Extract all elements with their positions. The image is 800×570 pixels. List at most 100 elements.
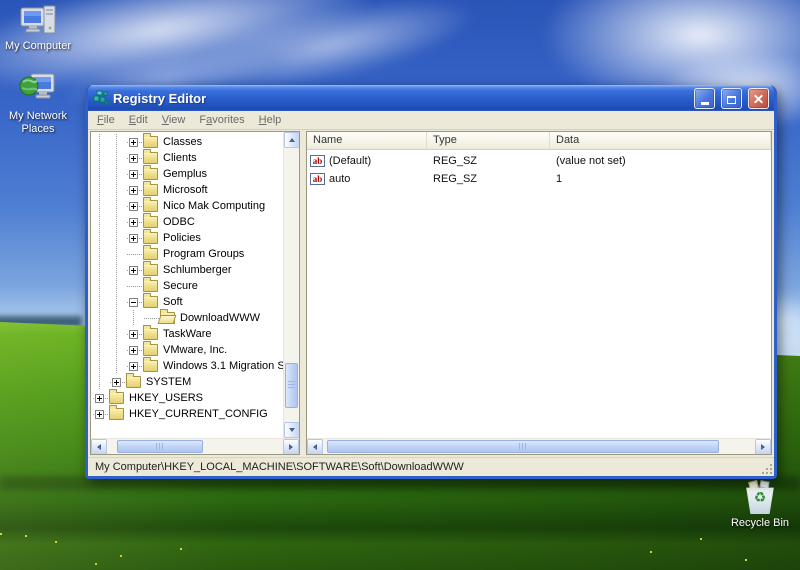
scroll-right-button[interactable] bbox=[755, 439, 771, 454]
tree-item-label: Soft bbox=[163, 296, 183, 308]
tree-item-program-groups[interactable]: Program Groups bbox=[91, 245, 283, 262]
tree-item-gemplus[interactable]: Gemplus bbox=[91, 165, 283, 182]
plus-box-icon[interactable] bbox=[129, 185, 138, 195]
registry-editor-window: Registry Editor File Edit View Favorites Hel… bbox=[85, 85, 777, 479]
tree-item-nico-mak-computing[interactable]: Nico Mak Computing bbox=[91, 197, 283, 214]
expander-plus-icon[interactable] bbox=[125, 342, 142, 358]
plus-box-icon[interactable] bbox=[129, 345, 138, 355]
folder-icon bbox=[143, 325, 158, 340]
tree-item-system[interactable]: SYSTEM bbox=[91, 373, 283, 390]
expander-plus-icon[interactable] bbox=[125, 326, 142, 342]
scrollbar-thumb[interactable] bbox=[117, 440, 203, 453]
menu-file[interactable]: File bbox=[90, 112, 122, 128]
plus-box-icon[interactable] bbox=[95, 393, 104, 403]
tree-item-downloadwww[interactable]: DownloadWWW bbox=[91, 309, 283, 326]
scroll-left-button[interactable] bbox=[91, 439, 107, 454]
tree-item-soft[interactable]: Soft bbox=[91, 293, 283, 310]
title-bar[interactable]: Registry Editor bbox=[88, 85, 774, 111]
tree-item-policies[interactable]: Policies bbox=[91, 229, 283, 246]
expander-plus-icon[interactable] bbox=[108, 374, 125, 390]
expander-minus-icon[interactable] bbox=[125, 294, 142, 310]
menu-favorites[interactable]: Favorites bbox=[192, 112, 251, 128]
expander-plus-icon[interactable] bbox=[125, 198, 142, 214]
arrow-right-icon bbox=[289, 444, 296, 450]
tree-guide-line bbox=[108, 214, 125, 230]
tree-item-hkey-current-config[interactable]: HKEY_CURRENT_CONFIG bbox=[91, 405, 283, 422]
folder-icon bbox=[126, 373, 141, 388]
plus-box-icon[interactable] bbox=[129, 265, 138, 275]
folder-icon bbox=[143, 133, 158, 148]
expander-plus-icon[interactable] bbox=[125, 358, 142, 374]
plus-box-icon[interactable] bbox=[129, 233, 138, 243]
menu-edit[interactable]: Edit bbox=[122, 112, 155, 128]
plus-box-icon[interactable] bbox=[129, 201, 138, 211]
expander-plus-icon[interactable] bbox=[125, 182, 142, 198]
plus-box-icon[interactable] bbox=[112, 377, 121, 387]
maximize-button[interactable] bbox=[721, 87, 742, 109]
scroll-down-button[interactable] bbox=[284, 422, 299, 438]
scrollbar-thumb[interactable] bbox=[327, 440, 719, 453]
desktop-icon-recycle-bin[interactable]: ♻ Recycle Bin bbox=[724, 480, 796, 530]
scrollbar-track[interactable] bbox=[323, 439, 755, 454]
folder-icon bbox=[143, 357, 158, 372]
folder-icon bbox=[143, 341, 158, 356]
minus-box-icon[interactable] bbox=[129, 297, 138, 307]
minimize-button[interactable] bbox=[694, 87, 715, 109]
expander-plus-icon[interactable] bbox=[91, 406, 108, 422]
menu-help[interactable]: Help bbox=[252, 112, 289, 128]
tree-item-windows-3-1-migration-sta[interactable]: Windows 3.1 Migration Sta bbox=[91, 357, 283, 374]
expander-plus-icon[interactable] bbox=[125, 134, 142, 150]
desktop-icon-my-computer[interactable]: My Computer bbox=[2, 4, 74, 53]
column-header-type[interactable]: Type bbox=[427, 132, 550, 149]
selected-key-path: My Computer\HKEY_LOCAL_MACHINE\SOFTWARE\… bbox=[95, 461, 464, 473]
tree-item-taskware[interactable]: TaskWare bbox=[91, 325, 283, 342]
scroll-left-button[interactable] bbox=[307, 439, 323, 454]
plus-box-icon[interactable] bbox=[95, 409, 104, 419]
tree-horizontal-scrollbar[interactable] bbox=[91, 438, 299, 454]
tree-item-secure[interactable]: Secure bbox=[91, 277, 283, 294]
tree-item-hkey-users[interactable]: HKEY_USERS bbox=[91, 389, 283, 406]
menu-bar: File Edit View Favorites Help bbox=[88, 111, 774, 130]
expander-plus-icon[interactable] bbox=[125, 262, 142, 278]
tree-item-odbc[interactable]: ODBC bbox=[91, 213, 283, 230]
scrollbar-thumb[interactable] bbox=[285, 363, 298, 408]
menu-view[interactable]: View bbox=[155, 112, 193, 128]
plus-box-icon[interactable] bbox=[129, 153, 138, 163]
expander-plus-icon[interactable] bbox=[125, 166, 142, 182]
expander-plus-icon[interactable] bbox=[91, 390, 108, 406]
expander-plus-icon[interactable] bbox=[125, 230, 142, 246]
value-row-default[interactable]: ab (Default) REG_SZ (value not set) bbox=[307, 152, 771, 170]
tree-item-microsoft[interactable]: Microsoft bbox=[91, 181, 283, 198]
tree-vertical-scrollbar[interactable] bbox=[283, 132, 299, 438]
column-header-name[interactable]: Name bbox=[307, 132, 427, 149]
tree-guide-line bbox=[108, 182, 125, 198]
desktop-icon-label: My Network Places bbox=[8, 110, 68, 135]
expander-plus-icon[interactable] bbox=[125, 214, 142, 230]
scroll-up-button[interactable] bbox=[284, 132, 299, 148]
expander-plus-icon[interactable] bbox=[125, 150, 142, 166]
list-horizontal-scrollbar[interactable] bbox=[307, 438, 771, 454]
value-row-auto[interactable]: ab auto REG_SZ 1 bbox=[307, 170, 771, 188]
tree-item-clients[interactable]: Clients bbox=[91, 149, 283, 166]
tree-item-schlumberger[interactable]: Schlumberger bbox=[91, 261, 283, 278]
plus-box-icon[interactable] bbox=[129, 329, 138, 339]
plus-box-icon[interactable] bbox=[129, 169, 138, 179]
tree-item-classes[interactable]: Classes bbox=[91, 133, 283, 150]
registry-tree[interactable]: Classes Clients Gemplus Microsoft Nico Mak C… bbox=[91, 132, 283, 438]
scroll-right-button[interactable] bbox=[283, 439, 299, 454]
plus-box-icon[interactable] bbox=[129, 217, 138, 227]
tree-item-vmware-inc[interactable]: VMware, Inc. bbox=[91, 341, 283, 358]
scrollbar-track[interactable] bbox=[284, 148, 299, 422]
column-header-data[interactable]: Data bbox=[550, 132, 771, 149]
tree-guide-line bbox=[125, 310, 142, 326]
close-button[interactable] bbox=[748, 87, 769, 109]
scrollbar-track[interactable] bbox=[107, 439, 283, 454]
tree-item-label: Windows 3.1 Migration Sta bbox=[163, 360, 283, 372]
tree-guide-line bbox=[91, 230, 108, 246]
resize-grip[interactable] bbox=[770, 472, 772, 474]
plus-box-icon[interactable] bbox=[129, 361, 138, 371]
tree-item-label: Clients bbox=[163, 152, 197, 164]
plus-box-icon[interactable] bbox=[129, 137, 138, 147]
string-value-icon: ab bbox=[310, 155, 325, 167]
desktop-icon-my-network-places[interactable]: My Network Places bbox=[2, 72, 74, 136]
